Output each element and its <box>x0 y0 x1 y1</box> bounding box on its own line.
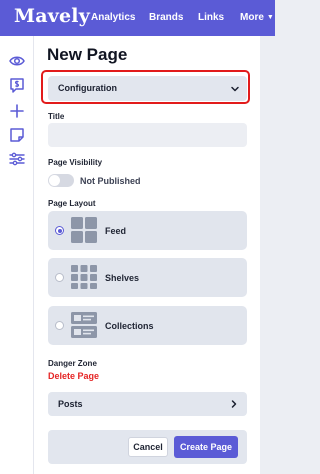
toggle-knob <box>49 175 60 186</box>
page-layout-label: Page Layout <box>48 199 96 208</box>
create-page-button[interactable]: Create Page <box>174 436 238 458</box>
feed-radio[interactable] <box>55 226 64 235</box>
title-input[interactable] <box>48 123 247 147</box>
sidebar-rail <box>0 36 34 474</box>
eye-icon[interactable] <box>8 52 26 70</box>
top-nav-bar: Mavely Analytics Brands Links More ▼ <box>0 0 275 36</box>
form-actions: Cancel Create Page <box>48 430 247 464</box>
nav-more[interactable]: More ▼ <box>240 12 274 23</box>
page-visibility-label: Page Visibility <box>48 158 103 167</box>
title-label: Title <box>48 112 65 121</box>
nav-brands[interactable]: Brands <box>149 12 183 23</box>
shelves-label: Shelves <box>105 273 140 283</box>
cancel-button[interactable]: Cancel <box>128 437 168 457</box>
layout-option-collections[interactable]: Collections <box>48 306 247 345</box>
page-gutter <box>260 36 275 474</box>
nav-links[interactable]: Links <box>198 12 224 23</box>
layout-option-feed[interactable]: Feed <box>48 211 247 250</box>
feed-label: Feed <box>105 226 127 236</box>
configuration-highlight-box <box>41 70 250 104</box>
sliders-icon[interactable] <box>8 150 26 168</box>
collections-label: Collections <box>105 321 154 331</box>
posts-label: Posts <box>58 399 83 409</box>
collections-icon <box>71 312 97 338</box>
danger-zone-label: Danger Zone <box>48 359 97 368</box>
plus-icon[interactable] <box>8 102 26 120</box>
dollar-chat-icon[interactable] <box>8 76 26 94</box>
collections-radio[interactable] <box>55 321 64 330</box>
grid-icon <box>71 217 97 243</box>
nav-analytics[interactable]: Analytics <box>91 12 135 23</box>
chevron-down-icon: ▼ <box>266 14 274 21</box>
posts-accordion[interactable]: Posts <box>48 392 247 416</box>
visibility-toggle[interactable] <box>48 174 74 187</box>
shelves-radio[interactable] <box>55 273 64 282</box>
nav-more-label: More <box>240 12 264 23</box>
delete-page-link[interactable]: Delete Page <box>48 371 99 381</box>
mavely-logo[interactable]: Mavely <box>14 5 90 27</box>
shelves-icon <box>71 265 97 289</box>
visibility-status: Not Published <box>80 176 141 186</box>
layout-option-shelves[interactable]: Shelves <box>48 258 247 297</box>
chevron-right-icon <box>231 400 237 408</box>
note-icon[interactable] <box>8 126 26 144</box>
page-title: New Page <box>47 45 128 64</box>
